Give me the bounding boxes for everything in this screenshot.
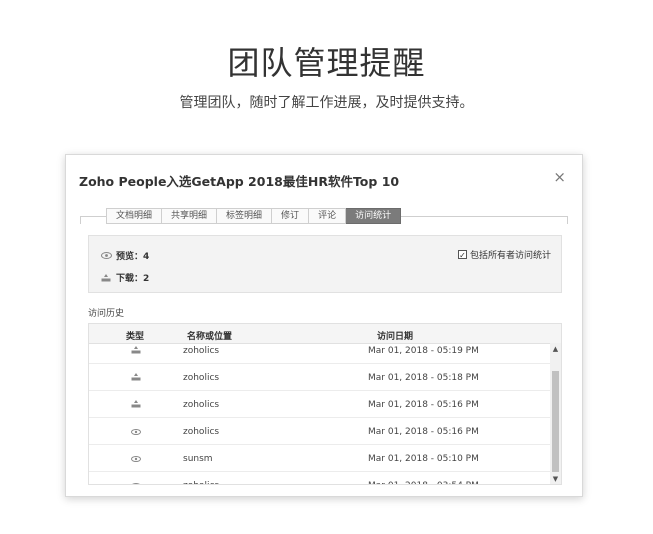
eye-icon <box>101 252 113 259</box>
scroll-down-icon[interactable]: ▼ <box>550 475 561 483</box>
scroll-up-icon[interactable]: ▲ <box>550 345 561 353</box>
column-type[interactable]: 类型 <box>126 329 144 342</box>
table-row: zoholics Mar 01, 2018 - 03:54 PM <box>89 472 551 484</box>
row-name: zoholics <box>183 427 220 437</box>
stats-panel: 预览：4 下载：2 ✓ 包括所有者访问统计 <box>88 235 562 293</box>
include-owner-label: 包括所有者访问统计 <box>469 251 551 261</box>
scrollbar-thumb[interactable] <box>552 371 559 472</box>
download-icon <box>131 373 141 381</box>
column-name[interactable]: 名称或位置 <box>187 329 232 342</box>
hero-title: 团队管理提醒 <box>227 44 426 82</box>
scrollbar[interactable]: ▲ ▼ <box>550 343 561 484</box>
table-row: zoholics Mar 01, 2018 - 05:16 PM <box>89 418 551 445</box>
tab-document-details[interactable]: 文档明细 <box>106 208 163 224</box>
row-name: zoholics <box>183 346 220 356</box>
table-row: zoholics Mar 01, 2018 - 05:16 PM <box>89 391 551 418</box>
row-date: Mar 01, 2018 - 05:10 PM <box>368 454 479 464</box>
hero-subtitle: 管理团队，随时了解工作进展，及时提供支持。 <box>179 95 474 111</box>
access-stats-dialog: Zoho People入选GetApp 2018最佳HR软件Top 10 × 文… <box>65 154 583 497</box>
history-table: 类型 名称或位置 访问日期 zoholics Mar 01, 2018 - 05:… <box>88 323 562 485</box>
tab-frame-left <box>80 216 81 224</box>
tab-access-stats[interactable]: 访问统计 <box>346 208 402 224</box>
tab-revisions[interactable]: 修订 <box>272 208 310 224</box>
views-count: 预览：4 <box>116 252 150 262</box>
downloads-stat: 下载：2 <box>101 271 149 284</box>
table-header: 类型 名称或位置 访问日期 <box>89 324 561 344</box>
tab-comments[interactable]: 评论 <box>309 208 347 224</box>
dialog-title: Zoho People入选GetApp 2018最佳HR软件Top 10 <box>79 174 400 189</box>
row-name: zoholics <box>183 481 219 484</box>
history-heading: 访问历史 <box>88 309 125 319</box>
tab-tag-details[interactable]: 标签明细 <box>217 208 273 224</box>
eye-icon <box>131 455 141 463</box>
row-date: Mar 01, 2018 - 05:18 PM <box>368 373 479 383</box>
eye-icon <box>131 482 141 484</box>
row-date: Mar 01, 2018 - 05:16 PM <box>368 427 479 437</box>
views-stat: 预览：4 <box>101 249 149 262</box>
include-owner-checkbox[interactable]: ✓ <box>457 250 467 260</box>
include-owner-toggle[interactable]: ✓ 包括所有者访问统计 <box>457 248 551 261</box>
row-date: Mar 01, 2018 - 03:54 PM <box>368 481 479 484</box>
downloads-count: 下载：2 <box>116 274 150 284</box>
tab-share-details[interactable]: 共享明细 <box>162 208 218 224</box>
table-body: zoholics Mar 01, 2018 - 05:19 PM zoholics M… <box>89 337 551 484</box>
tab-bar: 文档明细 共享明细 标签明细 修订 评论 访问统计 <box>106 208 402 224</box>
column-date[interactable]: 访问日期 <box>377 329 413 342</box>
row-name: sunsm <box>183 454 213 464</box>
eye-icon <box>131 428 141 436</box>
row-date: Mar 01, 2018 - 05:19 PM <box>368 346 479 356</box>
download-icon <box>131 400 141 408</box>
tab-frame-right <box>567 216 568 224</box>
row-date: Mar 01, 2018 - 05:16 PM <box>368 400 479 410</box>
close-icon[interactable]: × <box>553 168 566 186</box>
row-name: zoholics <box>183 400 220 410</box>
table-row: zoholics Mar 01, 2018 - 05:18 PM <box>89 364 551 391</box>
row-name: zoholics <box>183 373 220 383</box>
download-icon <box>101 273 113 282</box>
table-row: sunsm Mar 01, 2018 - 05:10 PM <box>89 445 551 472</box>
download-icon <box>131 346 141 354</box>
